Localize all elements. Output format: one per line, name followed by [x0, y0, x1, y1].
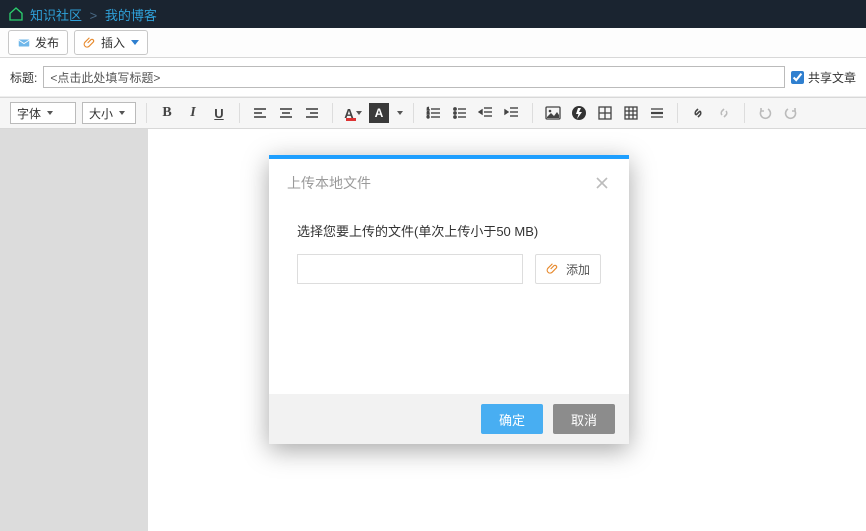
add-file-button[interactable]: 添加: [535, 254, 601, 284]
clip-icon: [546, 262, 560, 276]
ok-button[interactable]: 确定: [481, 404, 543, 434]
modal-overlay: 上传本地文件 选择您要上传的文件(单次上传小于50 MB) 添加 确定 取消: [0, 0, 866, 530]
file-path-input[interactable]: [297, 254, 523, 284]
add-file-label: 添加: [566, 261, 590, 278]
close-icon[interactable]: [593, 174, 611, 192]
cancel-button[interactable]: 取消: [553, 404, 615, 434]
modal-header: 上传本地文件: [269, 159, 629, 203]
modal-title: 上传本地文件: [287, 173, 593, 193]
modal-body: 选择您要上传的文件(单次上传小于50 MB) 添加: [269, 203, 629, 394]
modal-footer: 确定 取消: [269, 394, 629, 444]
modal-prompt: 选择您要上传的文件(单次上传小于50 MB): [297, 221, 601, 240]
file-row: 添加: [297, 254, 601, 284]
upload-modal: 上传本地文件 选择您要上传的文件(单次上传小于50 MB) 添加 确定 取消: [269, 155, 629, 444]
